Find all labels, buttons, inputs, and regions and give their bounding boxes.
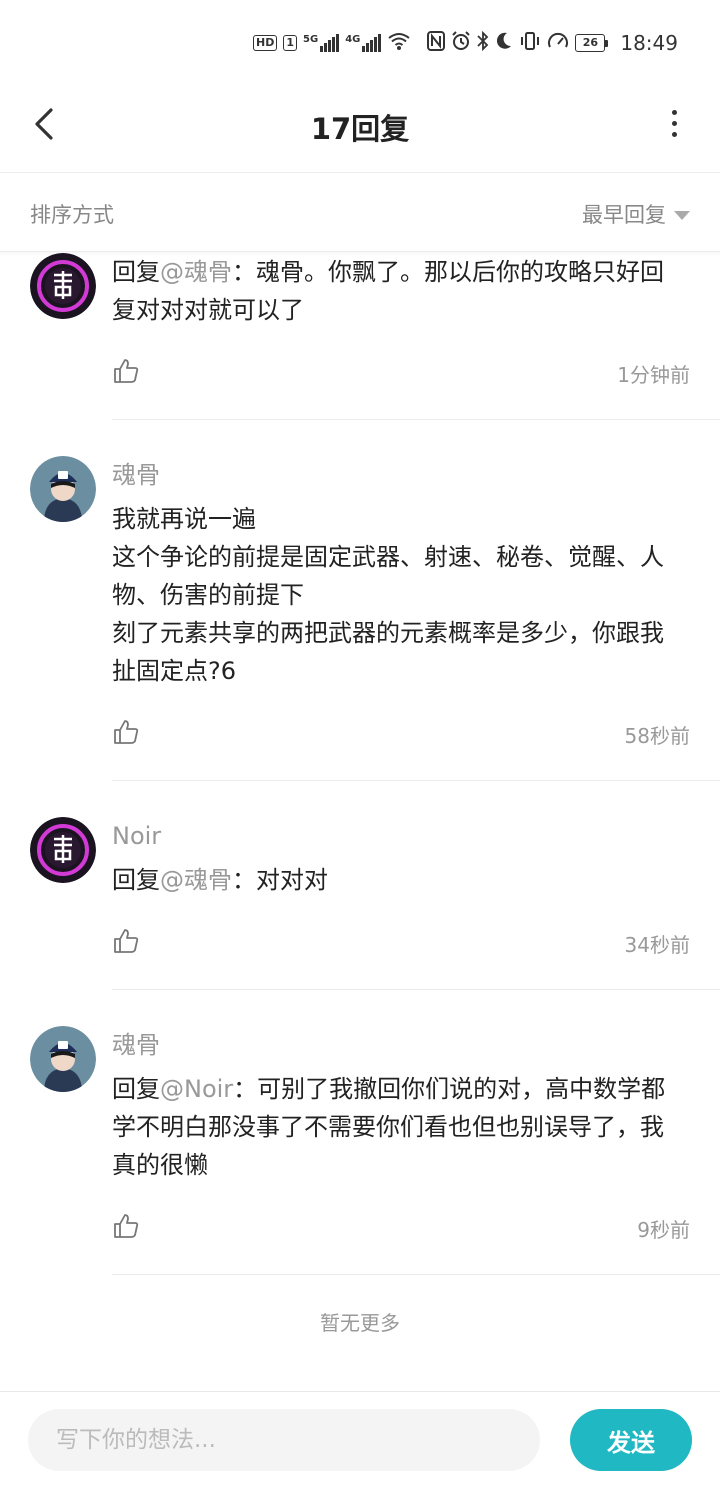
- avatar-hungu-image: [30, 456, 96, 522]
- reply-input-bar: 发送: [0, 1391, 720, 1486]
- comment-list-viewport[interactable]: 回复@魂骨：魂骨。你飘了。那以后你的攻略只好回复对对对就可以了 1分钟前 魂骨 …: [0, 251, 720, 1391]
- page-title: 17回复: [310, 112, 410, 146]
- wifi-icon: [387, 31, 411, 56]
- thumbs-up-icon: [114, 720, 139, 744]
- chevron-left-icon: [35, 108, 53, 140]
- comment-content: 回复@魂骨：魂骨。你飘了。那以后你的攻略只好回复对对对就可以了: [112, 253, 682, 329]
- comment-meta: 34秒前: [112, 913, 720, 975]
- comment-meta: 58秒前: [112, 704, 720, 766]
- comment-time: 1分钟前: [617, 363, 690, 387]
- comment-meta: 1分钟前: [112, 343, 720, 405]
- avatar[interactable]: [30, 253, 96, 319]
- signal-4g-label: 4G: [345, 34, 361, 45]
- sort-bar: 排序方式 最早回复: [0, 173, 720, 252]
- signal-icon: 4G: [345, 34, 382, 52]
- comment-meta: 9秒前: [112, 1198, 720, 1260]
- caret-down-icon: [674, 210, 690, 220]
- comment-text: 我就再说一遍 这个争论的前提是固定武器、射速、秘卷、觉醒、人物、伤害的前提下 刻…: [112, 505, 664, 685]
- status-icons: HD 1 5G 4G 26 18:49: [253, 28, 678, 58]
- comment-time: 9秒前: [637, 1218, 690, 1242]
- more-button[interactable]: [662, 106, 686, 140]
- comment-content: 回复@Noir：可别了我撤回你们说的对，高中数学都学不明白那没事了不需要你们看也…: [112, 1070, 682, 1184]
- sort-label: 排序方式: [30, 203, 114, 227]
- mention-link[interactable]: @魂骨: [160, 866, 232, 894]
- back-button[interactable]: [24, 104, 64, 144]
- alarm-icon: [451, 30, 471, 56]
- sort-dropdown[interactable]: 最早回复: [582, 199, 690, 229]
- signal-5g-label: 5G: [303, 34, 319, 45]
- comment-username[interactable]: Noir: [112, 781, 720, 853]
- comment-content: 我就再说一遍 这个争论的前提是固定武器、射速、秘卷、觉醒、人物、伤害的前提下 刻…: [112, 500, 682, 690]
- signal-icon: 5G: [303, 34, 340, 52]
- more-vertical-icon: [671, 109, 677, 137]
- mention-link[interactable]: @魂骨: [160, 258, 232, 286]
- comment-item: 回复@魂骨：魂骨。你飘了。那以后你的攻略只好回复对对对就可以了 1分钟前: [30, 253, 720, 420]
- nfc-icon: [427, 30, 446, 56]
- comment-text: ：对对对: [232, 866, 328, 894]
- mention-link[interactable]: @Noir: [160, 1075, 233, 1103]
- like-button[interactable]: [112, 927, 142, 957]
- vibrate-icon: [519, 31, 541, 56]
- comment-username[interactable]: 魂骨: [112, 990, 720, 1062]
- comment-item: 魂骨 回复@Noir：可别了我撤回你们说的对，高中数学都学不明白那没事了不需要你…: [30, 990, 720, 1275]
- battery-level: 26: [575, 34, 606, 52]
- moon-icon: [495, 31, 513, 56]
- comment-content: 回复@魂骨：对对对: [112, 861, 682, 899]
- thumbs-up-icon: [114, 359, 139, 383]
- avatar[interactable]: [30, 817, 96, 883]
- thumbs-up-icon: [114, 1214, 139, 1238]
- reply-prefix: 回复: [112, 1075, 160, 1103]
- bluetooth-icon: [477, 30, 489, 56]
- comment-list: 回复@魂骨：魂骨。你飘了。那以后你的攻略只好回复对对对就可以了 1分钟前 魂骨 …: [0, 251, 720, 1336]
- avatar-hungu-image: [30, 1026, 96, 1092]
- status-time: 18:49: [620, 31, 678, 55]
- send-button[interactable]: 发送: [570, 1409, 692, 1471]
- comment-time: 58秒前: [624, 724, 690, 748]
- comment-item: 魂骨 我就再说一遍 这个争论的前提是固定武器、射速、秘卷、觉醒、人物、伤害的前提…: [30, 420, 720, 781]
- comment-time: 34秒前: [624, 933, 690, 957]
- avatar-noir-image: [30, 817, 96, 883]
- avatar[interactable]: [30, 456, 96, 522]
- avatar[interactable]: [30, 1026, 96, 1092]
- avatar-noir-image: [30, 253, 96, 319]
- reply-prefix: 回复: [112, 258, 160, 286]
- hd-icon: HD: [253, 35, 278, 51]
- reply-prefix: 回复: [112, 866, 160, 894]
- like-button[interactable]: [112, 357, 142, 387]
- sim-icon: 1: [283, 35, 298, 51]
- like-button[interactable]: [112, 718, 142, 748]
- end-of-list-text: 暂无更多: [320, 1311, 400, 1335]
- status-bar: HD 1 5G 4G 26 18:49: [0, 0, 720, 84]
- sort-selected-value: 最早回复: [582, 203, 666, 227]
- battery-icon: 26: [575, 34, 609, 52]
- nav-bar: 17回复: [0, 84, 720, 173]
- reply-input[interactable]: [28, 1409, 540, 1471]
- comment-item: Noir 回复@魂骨：对对对 34秒前: [30, 781, 720, 990]
- comment-username[interactable]: 魂骨: [112, 420, 720, 492]
- like-button[interactable]: [112, 1212, 142, 1242]
- thumbs-up-icon: [114, 929, 139, 953]
- speed-icon: [547, 31, 569, 56]
